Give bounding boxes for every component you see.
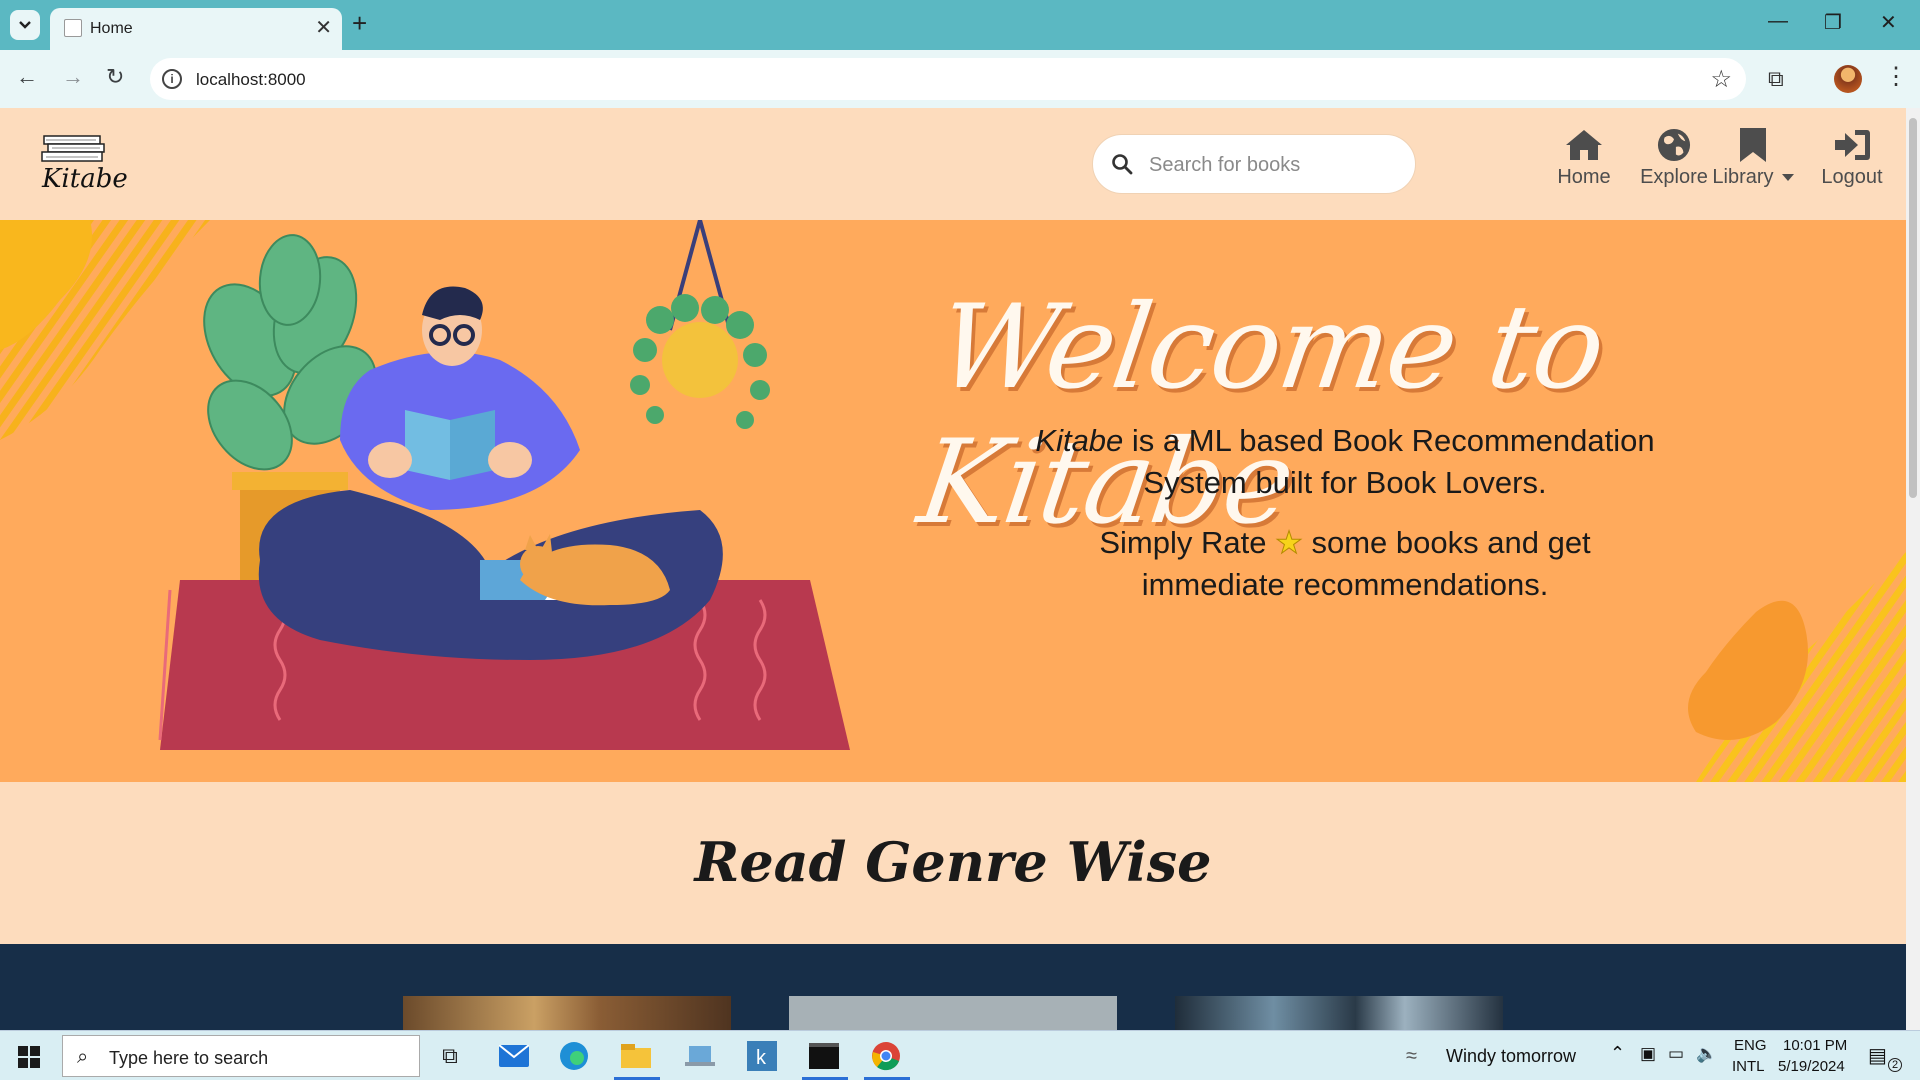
chevron-down-icon: [19, 21, 31, 29]
hero-title: Welcome to Kitabe: [911, 280, 1612, 550]
terminal-icon[interactable]: [808, 1040, 840, 1072]
tab-close-icon[interactable]: ✕: [315, 18, 332, 38]
favicon-icon: [64, 19, 82, 37]
genre-cards-band: [0, 944, 1906, 1030]
laptop-app-icon[interactable]: [684, 1040, 716, 1072]
logo-text: Kitabe: [42, 164, 128, 194]
site-info-icon[interactable]: i: [162, 69, 182, 89]
volume-icon[interactable]: 🔈: [1696, 1044, 1717, 1064]
chevron-up-icon[interactable]: ⌃: [1610, 1043, 1625, 1064]
profile-avatar[interactable]: [1834, 65, 1862, 93]
genre-section: Read Genre Wise: [0, 782, 1906, 944]
genre-card-3[interactable]: [1175, 996, 1503, 1030]
svg-text:k: k: [756, 1047, 767, 1069]
extensions-icon[interactable]: ⧉: [1768, 66, 1784, 92]
genre-card-2[interactable]: [789, 996, 1117, 1030]
tab-title: Home: [90, 20, 133, 37]
web-page: Kitabe Home Explore L: [0, 108, 1906, 1030]
bookmark-star-icon[interactable]: ☆: [1710, 65, 1732, 94]
hero-line1-text: is a ML based Book Recommendation: [1131, 423, 1655, 458]
browser-tab-bar: Home ✕ + — ❐ ✕: [0, 0, 1920, 50]
scrollbar-thumb[interactable]: [1909, 118, 1917, 498]
site-navbar: Kitabe Home Explore L: [0, 108, 1906, 220]
nav-library-text: Library: [1712, 166, 1774, 188]
new-tab-icon[interactable]: +: [352, 10, 367, 36]
star-icon: ★: [1275, 525, 1304, 561]
menu-dots-icon[interactable]: ⋮: [1884, 62, 1908, 91]
taskbar-search-box[interactable]: ⌕ Type here to search: [62, 1035, 420, 1077]
clock-date[interactable]: 5/19/2024: [1778, 1058, 1845, 1075]
hero-line3-end: some books and get: [1311, 525, 1591, 560]
bookmark-icon: [1740, 128, 1766, 162]
url-text[interactable]: localhost:8000: [196, 70, 306, 90]
network-icon[interactable]: ▣: [1640, 1044, 1656, 1064]
close-window-icon[interactable]: ✕: [1880, 10, 1897, 35]
nav-explore-label: Explore: [1640, 166, 1708, 188]
home-icon: [1566, 130, 1602, 160]
hero-description-line1: Kitabe is a ML based Book Recommendation: [960, 420, 1730, 462]
nav-logout[interactable]: Logout: [1812, 128, 1892, 189]
search-input[interactable]: [1149, 147, 1399, 183]
weather-icon: ≈: [1406, 1045, 1417, 1067]
search-box[interactable]: [1092, 134, 1416, 194]
sign-out-icon: [1835, 130, 1870, 160]
hero-banner: Welcome to Kitabe Kitabe is a ML based B…: [0, 220, 1906, 782]
hero-description-line2: System built for Book Lovers.: [1143, 465, 1547, 500]
site-logo[interactable]: Kitabe: [38, 132, 142, 202]
globe-icon: [1657, 128, 1691, 162]
task-view-icon[interactable]: ⧉: [434, 1040, 466, 1072]
windows-start-icon[interactable]: [18, 1046, 40, 1068]
hero-line3-start: Simply Rate: [1099, 525, 1267, 560]
nav-explore[interactable]: Explore: [1632, 128, 1716, 189]
page-scrollbar[interactable]: [1906, 108, 1920, 1030]
reader-illustration: [158, 220, 850, 750]
forward-icon[interactable]: →: [62, 64, 84, 90]
battery-icon[interactable]: ▭: [1668, 1044, 1684, 1064]
taskbar-search-text: Type here to search: [109, 1048, 269, 1068]
language-code[interactable]: ENG: [1734, 1037, 1767, 1054]
hero-description-line4: immediate recommendations.: [1141, 567, 1549, 602]
weather-text[interactable]: Windy tomorrow: [1446, 1046, 1576, 1067]
nav-library-label: Library: [1706, 166, 1800, 189]
keyboard-layout[interactable]: INTL: [1732, 1058, 1765, 1075]
browser-tab-home[interactable]: Home ✕: [50, 8, 342, 50]
chrome-icon[interactable]: [870, 1040, 902, 1072]
nav-library[interactable]: Library: [1706, 128, 1800, 189]
file-explorer-icon[interactable]: [620, 1040, 652, 1072]
search-icon: [1112, 154, 1133, 175]
search-icon: ⌕: [77, 1046, 89, 1068]
minimize-icon[interactable]: —: [1768, 10, 1788, 33]
address-bar[interactable]: i localhost:8000 ☆: [150, 58, 1746, 100]
clock-time[interactable]: 10:01 PM: [1783, 1037, 1847, 1054]
notification-icon[interactable]: ▤: [1868, 1043, 1887, 1068]
chevron-down-icon: [1781, 174, 1794, 182]
back-icon[interactable]: ←: [16, 64, 38, 90]
windows-taskbar: ⌕ Type here to search ⧉ k ≈ Windy tomorr…: [0, 1030, 1920, 1080]
reload-icon[interactable]: ↻: [106, 64, 124, 90]
nav-home-label: Home: [1557, 166, 1611, 188]
hero-description-line3: Simply Rate ★ some books and get: [960, 522, 1730, 564]
browser-toolbar: ← → ↻ i localhost:8000 ☆ ⧉ ⋮: [0, 50, 1920, 108]
nav-logout-label: Logout: [1821, 166, 1883, 188]
genre-heading: Read Genre Wise: [694, 830, 1212, 894]
mail-icon[interactable]: [498, 1040, 530, 1072]
hero-brand-name: Kitabe: [1035, 423, 1124, 458]
tab-search-button[interactable]: [10, 10, 40, 40]
nav-home[interactable]: Home: [1552, 128, 1616, 189]
genre-card-1[interactable]: [403, 996, 731, 1030]
notification-count: 2: [1888, 1058, 1902, 1072]
restore-icon[interactable]: ❐: [1824, 10, 1842, 35]
kitabe-app-icon[interactable]: k: [746, 1040, 778, 1072]
edge-icon[interactable]: [558, 1040, 590, 1072]
